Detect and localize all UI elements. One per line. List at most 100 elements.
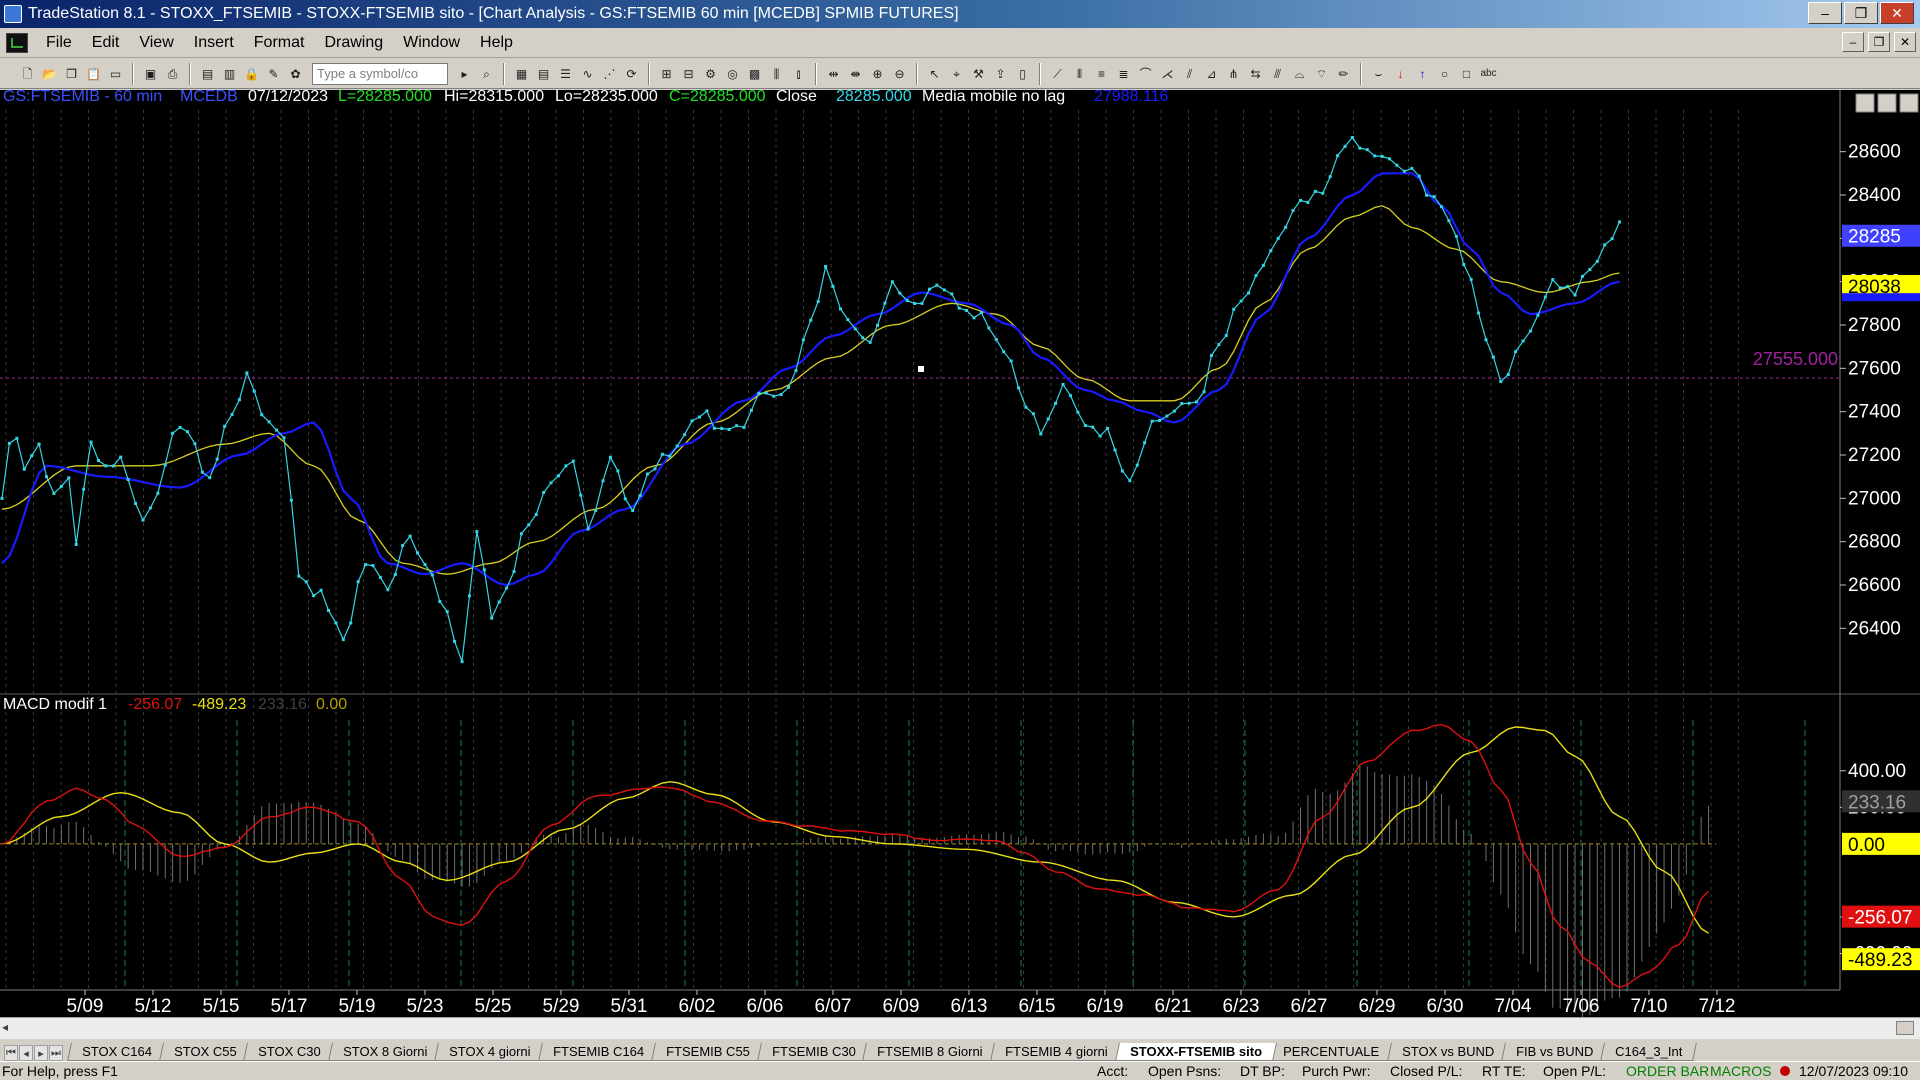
horizontal-scrollbar[interactable]: ◂: [0, 1017, 1920, 1039]
regression-icon[interactable]: ⫻: [1268, 64, 1287, 83]
analysis-icon[interactable]: ⚙: [701, 64, 720, 83]
menu-window[interactable]: Window: [393, 34, 470, 52]
palette-icon[interactable]: ✿: [286, 64, 305, 83]
tab-ftsemib-8-giorni[interactable]: FTSEMIB 8 Giorni: [862, 1043, 998, 1061]
tab-ftsemib-4-giorni[interactable]: FTSEMIB 4 giorni: [990, 1043, 1123, 1061]
zoom-out-icon[interactable]: ⊖: [890, 64, 909, 83]
tab-stox-vs-bund[interactable]: STOX vs BUND: [1386, 1043, 1509, 1061]
tab-fib-vs-bund[interactable]: FIB vs BUND: [1500, 1043, 1608, 1061]
status-macros[interactable]: MACROS: [1710, 1063, 1771, 1079]
table-icon[interactable]: ▦: [512, 64, 531, 83]
chart-window-icon[interactable]: [6, 32, 28, 53]
fib-icon[interactable]: ≣: [1114, 64, 1133, 83]
tab-percentuale[interactable]: PERCENTUALE: [1268, 1043, 1395, 1061]
data-tips-icon[interactable]: ⌖: [947, 64, 966, 83]
matrix-icon[interactable]: ▩: [745, 64, 764, 83]
menu-drawing[interactable]: Drawing: [314, 34, 393, 52]
arc-icon[interactable]: ⌒: [1136, 64, 1155, 83]
rectangle-icon[interactable]: □: [1457, 64, 1476, 83]
tab-stox-8-giorni[interactable]: STOX 8 Giorni: [328, 1043, 443, 1061]
tools-icon[interactable]: ⚒: [969, 64, 988, 83]
mdi-minimize-button[interactable]: –: [1842, 32, 1864, 52]
tab-ftsemib-c164[interactable]: FTSEMIB C164: [537, 1043, 659, 1061]
arrow-down-icon[interactable]: ↓: [1391, 64, 1410, 83]
tab-last-icon[interactable]: ⏭: [49, 1045, 63, 1061]
channel-icon[interactable]: ⫽: [1180, 64, 1199, 83]
export-icon[interactable]: ⇪: [991, 64, 1010, 83]
list-icon[interactable]: ☰: [556, 64, 575, 83]
paste-icon[interactable]: 📋: [84, 64, 103, 83]
lock-icon[interactable]: 🔒: [242, 64, 261, 83]
text-icon[interactable]: abc: [1479, 64, 1498, 83]
tab-first-icon[interactable]: ⏮: [4, 1045, 18, 1061]
tab-ftsemib-c55[interactable]: FTSEMIB C55: [650, 1043, 765, 1061]
chart-area[interactable]: 2860028400282002800027800276002740027200…: [0, 90, 1920, 1017]
chart-minimize-button[interactable]: [1855, 93, 1875, 113]
compress-icon[interactable]: ⇼: [846, 64, 865, 83]
find-icon[interactable]: ⌕: [477, 64, 496, 83]
print-icon[interactable]: ⎙: [163, 64, 182, 83]
cycle-icon[interactable]: ⌓: [1290, 64, 1309, 83]
save-icon[interactable]: ▣: [141, 64, 160, 83]
menu-format[interactable]: Format: [244, 34, 315, 52]
parallel-icon[interactable]: ⇆: [1246, 64, 1265, 83]
scroll-thumb[interactable]: [1896, 1021, 1914, 1035]
brush-icon[interactable]: ✎: [264, 64, 283, 83]
window2-icon[interactable]: ▥: [220, 64, 239, 83]
mdi-close-button[interactable]: ✕: [1894, 32, 1916, 52]
chart-canvas[interactable]: 2860028400282002800027800276002740027200…: [0, 90, 1920, 1017]
fan-icon[interactable]: ⋌: [1158, 64, 1177, 83]
tab-ftsemib-c30[interactable]: FTSEMIB C30: [756, 1043, 871, 1061]
folder-icon[interactable]: ▭: [106, 64, 125, 83]
tab-stoxx-ftsemib-sito[interactable]: STOXX-FTSEMIB sito: [1114, 1043, 1277, 1061]
pencil-icon[interactable]: ✏: [1334, 64, 1353, 83]
speed-icon[interactable]: ⌔: [1312, 64, 1331, 83]
vertical-lines-icon[interactable]: ⦀: [1070, 64, 1089, 83]
restore-button[interactable]: ❐: [1844, 2, 1878, 24]
mdi-restore-button[interactable]: ❐: [1868, 32, 1890, 52]
candle-icon[interactable]: ⫾: [789, 64, 808, 83]
gann-icon[interactable]: ⊿: [1202, 64, 1221, 83]
insert-study-icon[interactable]: ⊞: [657, 64, 676, 83]
tab-stox-c55[interactable]: STOX C55: [158, 1043, 252, 1061]
play-icon[interactable]: ▸: [455, 64, 474, 83]
tab-stox-c30[interactable]: STOX C30: [243, 1043, 337, 1061]
menu-insert[interactable]: Insert: [184, 34, 244, 52]
tab-c164-3-int[interactable]: C164_3_Int: [1600, 1043, 1698, 1061]
tab-stox-c164[interactable]: STOX C164: [67, 1043, 167, 1061]
refresh-icon[interactable]: ⟳: [622, 64, 641, 83]
open-icon[interactable]: 📂: [40, 64, 59, 83]
pitchfork-icon[interactable]: ⋔: [1224, 64, 1243, 83]
menu-file[interactable]: File: [36, 34, 82, 52]
new-icon[interactable]: 🗋: [18, 64, 37, 83]
copy-icon[interactable]: ❐: [62, 64, 81, 83]
grid-icon[interactable]: ▤: [534, 64, 553, 83]
radar-icon[interactable]: ◎: [723, 64, 742, 83]
tab-prev-icon[interactable]: ◂: [19, 1045, 33, 1061]
symbol-input[interactable]: Type a symbol/co: [312, 62, 448, 85]
close-button[interactable]: ✕: [1880, 2, 1914, 24]
menu-edit[interactable]: Edit: [82, 34, 130, 52]
bar-icon[interactable]: ⫼: [767, 64, 786, 83]
chart-close-button[interactable]: [1899, 93, 1919, 113]
page-icon[interactable]: ▯: [1013, 64, 1032, 83]
tab-stox-4-giorni[interactable]: STOX 4 giorni: [434, 1043, 546, 1061]
expand-icon[interactable]: ⇹: [824, 64, 843, 83]
curve-icon[interactable]: ⌣: [1369, 64, 1388, 83]
status-order-bar[interactable]: ORDER BAR: [1626, 1063, 1709, 1079]
minimize-button[interactable]: ‒: [1808, 2, 1842, 24]
chart-restore-button[interactable]: [1877, 93, 1897, 113]
horizontal-lines-icon[interactable]: ≡: [1092, 64, 1111, 83]
menu-help[interactable]: Help: [470, 34, 523, 52]
scroll-left-icon[interactable]: ◂: [2, 1020, 18, 1036]
ellipse-icon[interactable]: ○: [1435, 64, 1454, 83]
menu-view[interactable]: View: [129, 34, 183, 52]
trendline-icon[interactable]: ⟋: [1048, 64, 1067, 83]
chart-zig-icon[interactable]: ⋰: [600, 64, 619, 83]
tab-next-icon[interactable]: ▸: [34, 1045, 48, 1061]
arrow-up-icon[interactable]: ↑: [1413, 64, 1432, 83]
format-icon[interactable]: ⊟: [679, 64, 698, 83]
window-icon[interactable]: ▤: [198, 64, 217, 83]
zoom-in-icon[interactable]: ⊕: [868, 64, 887, 83]
pointer-icon[interactable]: ↖: [925, 64, 944, 83]
